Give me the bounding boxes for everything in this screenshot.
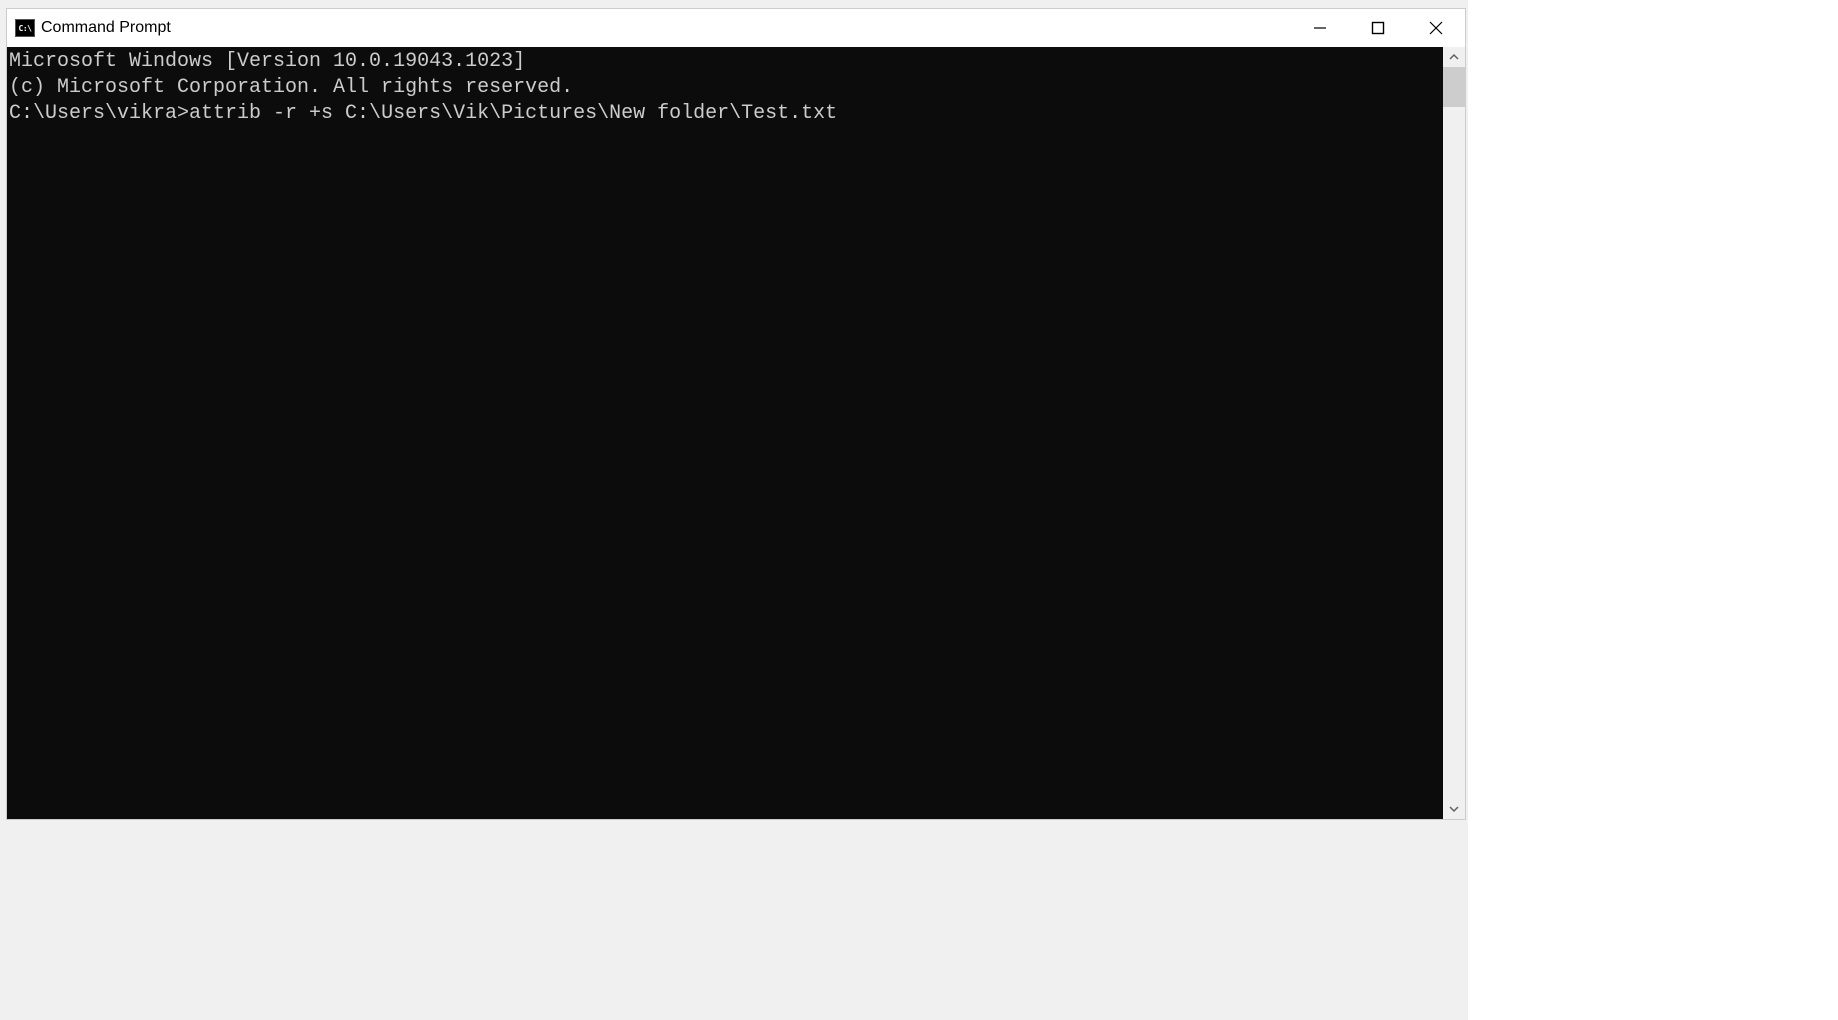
terminal-prompt-line: C:\Users\vikra>attrib -r +s C:\Users\Vik… [9,101,1443,127]
desktop-background-sliver [1468,0,1838,1020]
scroll-thumb[interactable] [1443,67,1465,107]
titlebar-left: C:\ Command Prompt [15,19,171,37]
minimize-button[interactable] [1291,9,1349,47]
terminal-output[interactable]: Microsoft Windows [Version 10.0.19043.10… [7,47,1443,819]
vertical-scrollbar[interactable] [1443,47,1465,819]
titlebar[interactable]: C:\ Command Prompt [7,9,1465,47]
close-button[interactable] [1407,9,1465,47]
minimize-icon [1313,21,1327,35]
chevron-up-icon [1449,52,1459,62]
cmd-icon-text: C:\ [19,24,32,33]
maximize-icon [1371,21,1385,35]
close-icon [1429,21,1443,35]
maximize-button[interactable] [1349,9,1407,47]
terminal-command: attrib -r +s C:\Users\Vik\Pictures\New f… [189,102,837,125]
titlebar-controls [1291,9,1465,47]
chevron-down-icon [1449,804,1459,814]
terminal-wrapper: Microsoft Windows [Version 10.0.19043.10… [7,47,1465,819]
terminal-line-version: Microsoft Windows [Version 10.0.19043.10… [9,49,1443,75]
scroll-down-button[interactable] [1443,799,1465,819]
scroll-up-button[interactable] [1443,47,1465,67]
command-prompt-window: C:\ Command Prompt Microsoft Windows [Ve… [6,8,1466,820]
terminal-line-copyright: (c) Microsoft Corporation. All rights re… [9,75,1443,101]
cmd-icon: C:\ [15,19,35,37]
window-title: Command Prompt [41,19,171,37]
scroll-track[interactable] [1443,67,1465,799]
terminal-prompt: C:\Users\vikra> [9,102,189,125]
